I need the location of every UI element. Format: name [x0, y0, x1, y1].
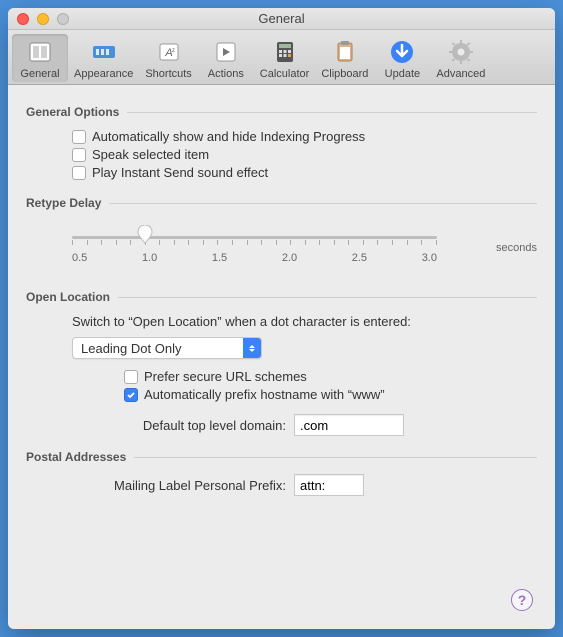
checkbox-speak-selected[interactable] [72, 148, 86, 162]
slider-tick-labels: 0.5 1.0 1.5 2.0 2.5 3.0 [72, 252, 437, 264]
clipboard-icon [331, 38, 359, 66]
actions-icon [212, 38, 240, 66]
tab-appearance[interactable]: Appearance [68, 34, 139, 82]
toolbar: General Appearance Az Shortcuts Actions … [8, 30, 555, 85]
zoom-button [57, 13, 69, 25]
svg-text:z: z [172, 48, 175, 54]
label-indexing-progress: Automatically show and hide Indexing Pro… [92, 129, 365, 144]
tab-shortcuts[interactable]: Az Shortcuts [139, 34, 197, 82]
label-instant-send-sound: Play Instant Send sound effect [92, 165, 268, 180]
tab-actions[interactable]: Actions [198, 34, 254, 82]
tld-input[interactable] [294, 414, 404, 436]
close-button[interactable] [17, 13, 29, 25]
checkbox-auto-prefix-www[interactable] [124, 388, 138, 402]
mailing-prefix-input[interactable] [294, 474, 364, 496]
section-retype-delay: Retype Delay [26, 196, 537, 210]
slider-unit: seconds [496, 242, 537, 254]
checkbox-instant-send-sound[interactable] [72, 166, 86, 180]
titlebar: General [8, 8, 555, 30]
label-auto-prefix-www: Automatically prefix hostname with “www” [144, 387, 385, 402]
tab-clipboard[interactable]: Clipboard [315, 34, 374, 82]
gear-icon [447, 38, 475, 66]
appearance-icon [90, 38, 118, 66]
calculator-icon [271, 38, 299, 66]
open-location-select[interactable]: Leading Dot Only [72, 337, 262, 359]
label-speak-selected: Speak selected item [92, 147, 209, 162]
tld-label: Default top level domain: [86, 418, 286, 433]
section-postal: Postal Addresses [26, 450, 537, 464]
window-title: General [8, 11, 555, 26]
tab-calculator[interactable]: Calculator [254, 34, 316, 82]
general-icon [26, 38, 54, 66]
slider-thumb[interactable] [137, 225, 153, 245]
open-location-desc: Switch to “Open Location” when a dot cha… [72, 314, 537, 329]
retype-delay-slider[interactable] [72, 226, 491, 250]
checkbox-indexing-progress[interactable] [72, 130, 86, 144]
shortcuts-icon: Az [155, 38, 183, 66]
minimize-button[interactable] [37, 13, 49, 25]
update-icon [388, 38, 416, 66]
section-general-options: General Options [26, 105, 537, 119]
checkbox-prefer-secure[interactable] [124, 370, 138, 384]
label-prefer-secure: Prefer secure URL schemes [144, 369, 307, 384]
tab-general[interactable]: General [12, 34, 68, 82]
tab-update[interactable]: Update [374, 34, 430, 82]
tab-advanced[interactable]: Advanced [430, 34, 491, 82]
help-button[interactable]: ? [511, 589, 533, 611]
select-arrows-icon [243, 338, 261, 358]
section-open-location: Open Location [26, 290, 537, 304]
mailing-prefix-label: Mailing Label Personal Prefix: [86, 478, 286, 493]
